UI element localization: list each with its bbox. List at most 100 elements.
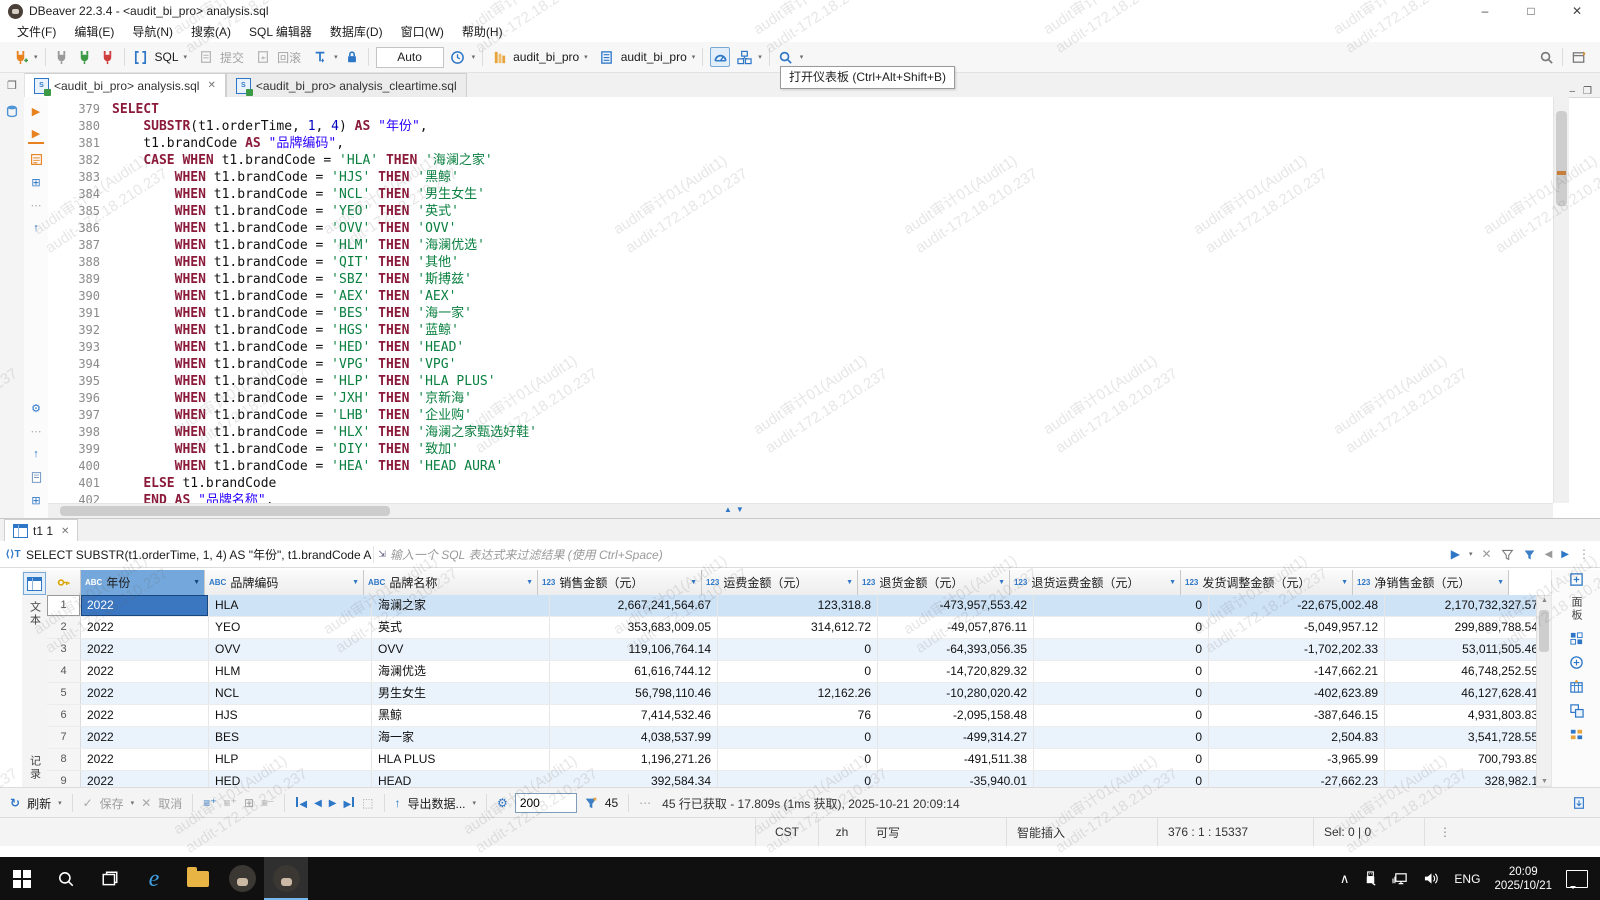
grid-cell[interactable]: 4,038,537.99 [550,727,718,748]
sql-editor-icon[interactable] [132,48,150,66]
grid-cell[interactable]: -10,280,020.42 [878,683,1034,704]
grid-cell[interactable]: 2022 [81,595,209,616]
fetch-size-input[interactable] [514,793,577,813]
grid-cell[interactable]: 0 [1034,705,1209,726]
tray-usb-icon[interactable] [1363,871,1378,886]
editor-settings-gear-icon[interactable]: ⚙ [28,400,44,416]
menu-item[interactable]: SQL 编辑器 [240,22,321,42]
row-number[interactable]: 5 [47,683,81,704]
more-tools-icon[interactable]: ⋯ [28,423,44,439]
explain-plan-icon[interactable] [28,151,44,167]
taskbar-ie-icon[interactable]: e [132,857,176,900]
menu-item[interactable]: 文件(F) [8,22,65,42]
metadata-panel-icon[interactable] [1569,631,1584,646]
grid-cell[interactable]: 0 [1034,595,1209,616]
grid-cell[interactable]: 2,170,732,327.57 [1385,595,1545,616]
taskbar-explorer-icon[interactable] [176,857,220,900]
clear-filter-icon[interactable]: ✕ [1482,547,1492,561]
refresh-caret-icon[interactable]: ▾ [58,800,62,807]
column-header[interactable]: 123 发货调整金额（元） ▼ [1181,570,1353,595]
save-filter-icon[interactable] [1523,548,1536,561]
grid-cell[interactable]: 7,414,532.46 [550,705,718,726]
minimize-button[interactable]: – [1462,0,1508,22]
grid-cell[interactable]: 2022 [81,749,209,770]
grid-cell[interactable]: HLP [209,749,372,770]
row-number[interactable]: 3 [47,639,81,660]
menu-item[interactable]: 搜索(A) [182,22,240,42]
tab-close-icon[interactable]: ✕ [207,80,215,91]
history-back-icon[interactable]: ◀ [1545,549,1553,560]
sql-editor-label[interactable]: SQL [155,50,179,64]
column-header[interactable]: ABC 年份 ▼ [81,570,205,595]
grid-cell[interactable]: -1,702,202.33 [1209,639,1385,660]
tray-volume-icon[interactable] [1423,871,1440,886]
new-connection-icon[interactable] [11,48,29,66]
calc-panel-icon[interactable] [1569,679,1584,694]
grid-cell[interactable]: 0 [718,727,878,748]
commit-button[interactable]: 提交 [220,49,244,66]
disconnect-icon[interactable] [99,48,117,66]
first-page-icon[interactable]: ◀ [295,796,307,810]
record-mode-tab[interactable]: 记录 [27,755,43,781]
grid-cell[interactable]: 海澜优选 [372,661,550,682]
grid-cell[interactable]: 0 [1034,639,1209,660]
sort-caret-icon[interactable]: ▼ [352,579,359,586]
grid-cell[interactable]: 61,616,744.12 [550,661,718,682]
clock-caret-icon[interactable]: ▾ [472,54,476,61]
action-center-icon[interactable] [1566,869,1588,889]
grid-cell[interactable]: -147,662.21 [1209,661,1385,682]
connect-icon[interactable] [53,48,71,66]
tray-chevron-icon[interactable]: ∧ [1340,871,1350,887]
schema-caret-icon[interactable]: ▾ [692,54,696,61]
grid-small-icon[interactable]: ⊞ [28,492,44,508]
scrollbar-thumb[interactable] [60,506,390,516]
filter-query-text[interactable]: SELECT SUBSTR(t1.orderTime, 1, 4) AS "年份… [26,545,375,563]
commit-mode-select[interactable]: Auto [375,46,444,68]
sort-caret-icon[interactable]: ▼ [998,579,1005,586]
grid-cell[interactable]: 2022 [81,617,209,638]
text-view-tab[interactable]: 文本 [27,601,43,627]
taskbar-app-icon[interactable] [220,857,264,900]
menu-item[interactable]: 编辑(E) [65,22,123,42]
menu-item[interactable]: 数据库(D) [321,22,392,42]
last-page-icon[interactable]: ▶ [343,796,355,810]
grid-cell[interactable]: BES [209,727,372,748]
grid-cell[interactable]: -499,314.27 [878,727,1034,748]
column-header[interactable]: 123 退货金额（元） ▼ [858,570,1010,595]
grid-cell[interactable]: 2022 [81,639,209,660]
grid-cell[interactable]: 56,798,110.46 [550,683,718,704]
grid-cell[interactable]: 0 [1034,727,1209,748]
scrollbar-thumb[interactable] [1556,111,1567,206]
new-script-icon[interactable] [28,469,44,485]
schema-selector[interactable]: audit_bi_pro [621,50,687,64]
caret-position-indicator[interactable]: 376 : 1 : 15337 [1157,818,1313,846]
menu-item[interactable]: 帮助(H) [453,22,512,42]
value-panel-tab[interactable]: 面板 [1568,596,1584,622]
row-number[interactable]: 2 [47,617,81,638]
rollback-button[interactable]: 回滚 [277,49,301,66]
editor-tab-analysis[interactable]: S <audit_bi_pro> analysis.sql ✕ [24,73,226,97]
execute-statement-icon[interactable]: ▶ [28,103,44,119]
grid-cell[interactable]: 海一家 [372,727,550,748]
grid-cell[interactable]: 2022 [81,661,209,682]
transaction-caret-icon[interactable]: ▾ [334,54,338,61]
transaction-clock-icon[interactable] [449,48,467,66]
grid-cell[interactable]: 12,162.26 [718,683,878,704]
grid-cell[interactable]: OVV [209,639,372,660]
database-caret-icon[interactable]: ▾ [584,54,588,61]
diagram-caret-icon[interactable]: ▾ [758,54,762,61]
save-caret-icon[interactable]: ▾ [131,800,135,807]
export-script-icon[interactable]: ↑ [28,220,44,236]
search-icon[interactable] [777,48,795,66]
editor-tab-analysis-cleartime[interactable]: S <audit_bi_pro> analysis_cleartime.sql [225,73,467,97]
column-header[interactable]: 123 退货运费金额（元） ▼ [1010,570,1181,595]
grid-cell[interactable]: -402,623.89 [1209,683,1385,704]
grid-cell[interactable]: 0 [718,749,878,770]
grid-cell[interactable]: 76 [718,705,878,726]
duplicate-row-icon[interactable]: ≡⁺ [224,796,237,810]
grid-cell[interactable]: HLA [209,595,372,616]
grid-cell[interactable]: 2022 [81,683,209,704]
grid-cell[interactable]: -22,675,002.48 [1209,595,1385,616]
database-navigator-icon[interactable] [4,103,20,119]
grid-cell[interactable]: -64,393,056.35 [878,639,1034,660]
